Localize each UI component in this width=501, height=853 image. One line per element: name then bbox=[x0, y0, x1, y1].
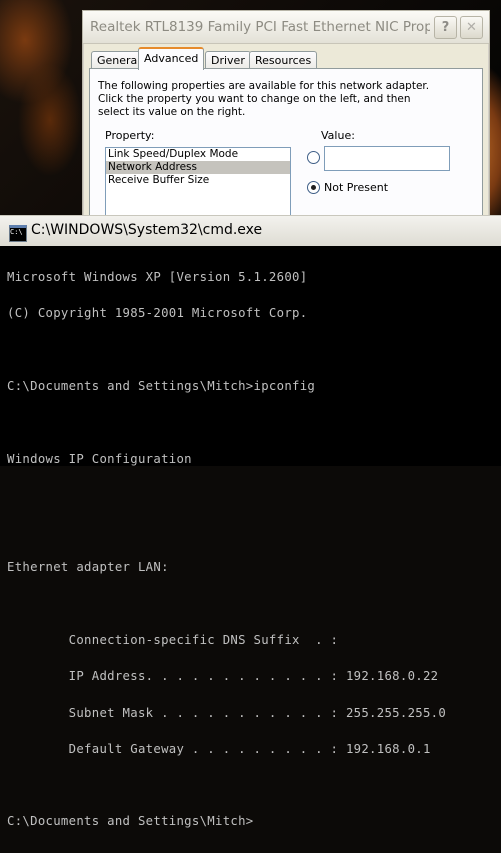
dialog-tabs: General Advanced Driver Resources bbox=[89, 47, 483, 70]
console-line: Microsoft Windows XP [Version 5.1.2600] bbox=[7, 270, 308, 285]
console-line: C:\Documents and Settings\Mitch>ipconfig bbox=[7, 379, 316, 394]
console-line: Default Gateway . . . . . . . . . : 192.… bbox=[7, 741, 431, 756]
console-line: Windows IP Configuration bbox=[7, 451, 192, 466]
cmd-window: C:\ C:\WINDOWS\System32\cmd.exe Microsof… bbox=[0, 215, 501, 828]
console-line: C:\Documents and Settings\Mitch> bbox=[7, 814, 254, 829]
tab-advanced[interactable]: Advanced bbox=[138, 47, 205, 70]
property-item-link-speed[interactable]: Link Speed/Duplex Mode bbox=[106, 148, 290, 161]
console-output[interactable]: Microsoft Windows XP [Version 5.1.2600] … bbox=[7, 247, 501, 852]
property-label: Property: bbox=[105, 129, 155, 142]
console-line: Ethernet adapter LAN: bbox=[7, 560, 169, 575]
description-text: The following properties are available f… bbox=[98, 80, 430, 118]
property-item-network-address[interactable]: Network Address bbox=[106, 161, 290, 174]
property-item-receive-buffer[interactable]: Receive Buffer Size bbox=[106, 174, 290, 187]
dialog-titlebar[interactable]: Realtek RTL8139 Family PCI Fast Ethernet… bbox=[83, 11, 489, 44]
help-button[interactable]: ? bbox=[434, 16, 457, 39]
value-input[interactable] bbox=[324, 146, 450, 171]
cmd-title: C:\WINDOWS\System32\cmd.exe bbox=[31, 222, 263, 238]
console-line: Connection-specific DNS Suffix . : bbox=[7, 633, 339, 647]
value-label: Value: bbox=[321, 129, 355, 142]
close-button[interactable]: ✕ bbox=[460, 16, 483, 39]
cmd-titlebar[interactable]: C:\ C:\WINDOWS\System32\cmd.exe bbox=[0, 215, 501, 246]
not-present-radio[interactable] bbox=[307, 181, 320, 194]
tab-driver[interactable]: Driver bbox=[205, 51, 251, 69]
console-line: IP Address. . . . . . . . . . . . : 192.… bbox=[7, 669, 439, 684]
dialog-title: Realtek RTL8139 Family PCI Fast Ethernet… bbox=[90, 19, 430, 35]
tab-resources[interactable]: Resources bbox=[249, 51, 318, 69]
cmd-icon: C:\ bbox=[9, 225, 27, 242]
adapter-properties-dialog: Realtek RTL8139 Family PCI Fast Ethernet… bbox=[82, 10, 490, 228]
value-radio[interactable] bbox=[307, 151, 320, 164]
console-line: (C) Copyright 1985-2001 Microsoft Corp. bbox=[7, 306, 308, 321]
not-present-label: Not Present bbox=[324, 181, 389, 194]
console-line: Subnet Mask . . . . . . . . . . . : 255.… bbox=[7, 705, 447, 720]
